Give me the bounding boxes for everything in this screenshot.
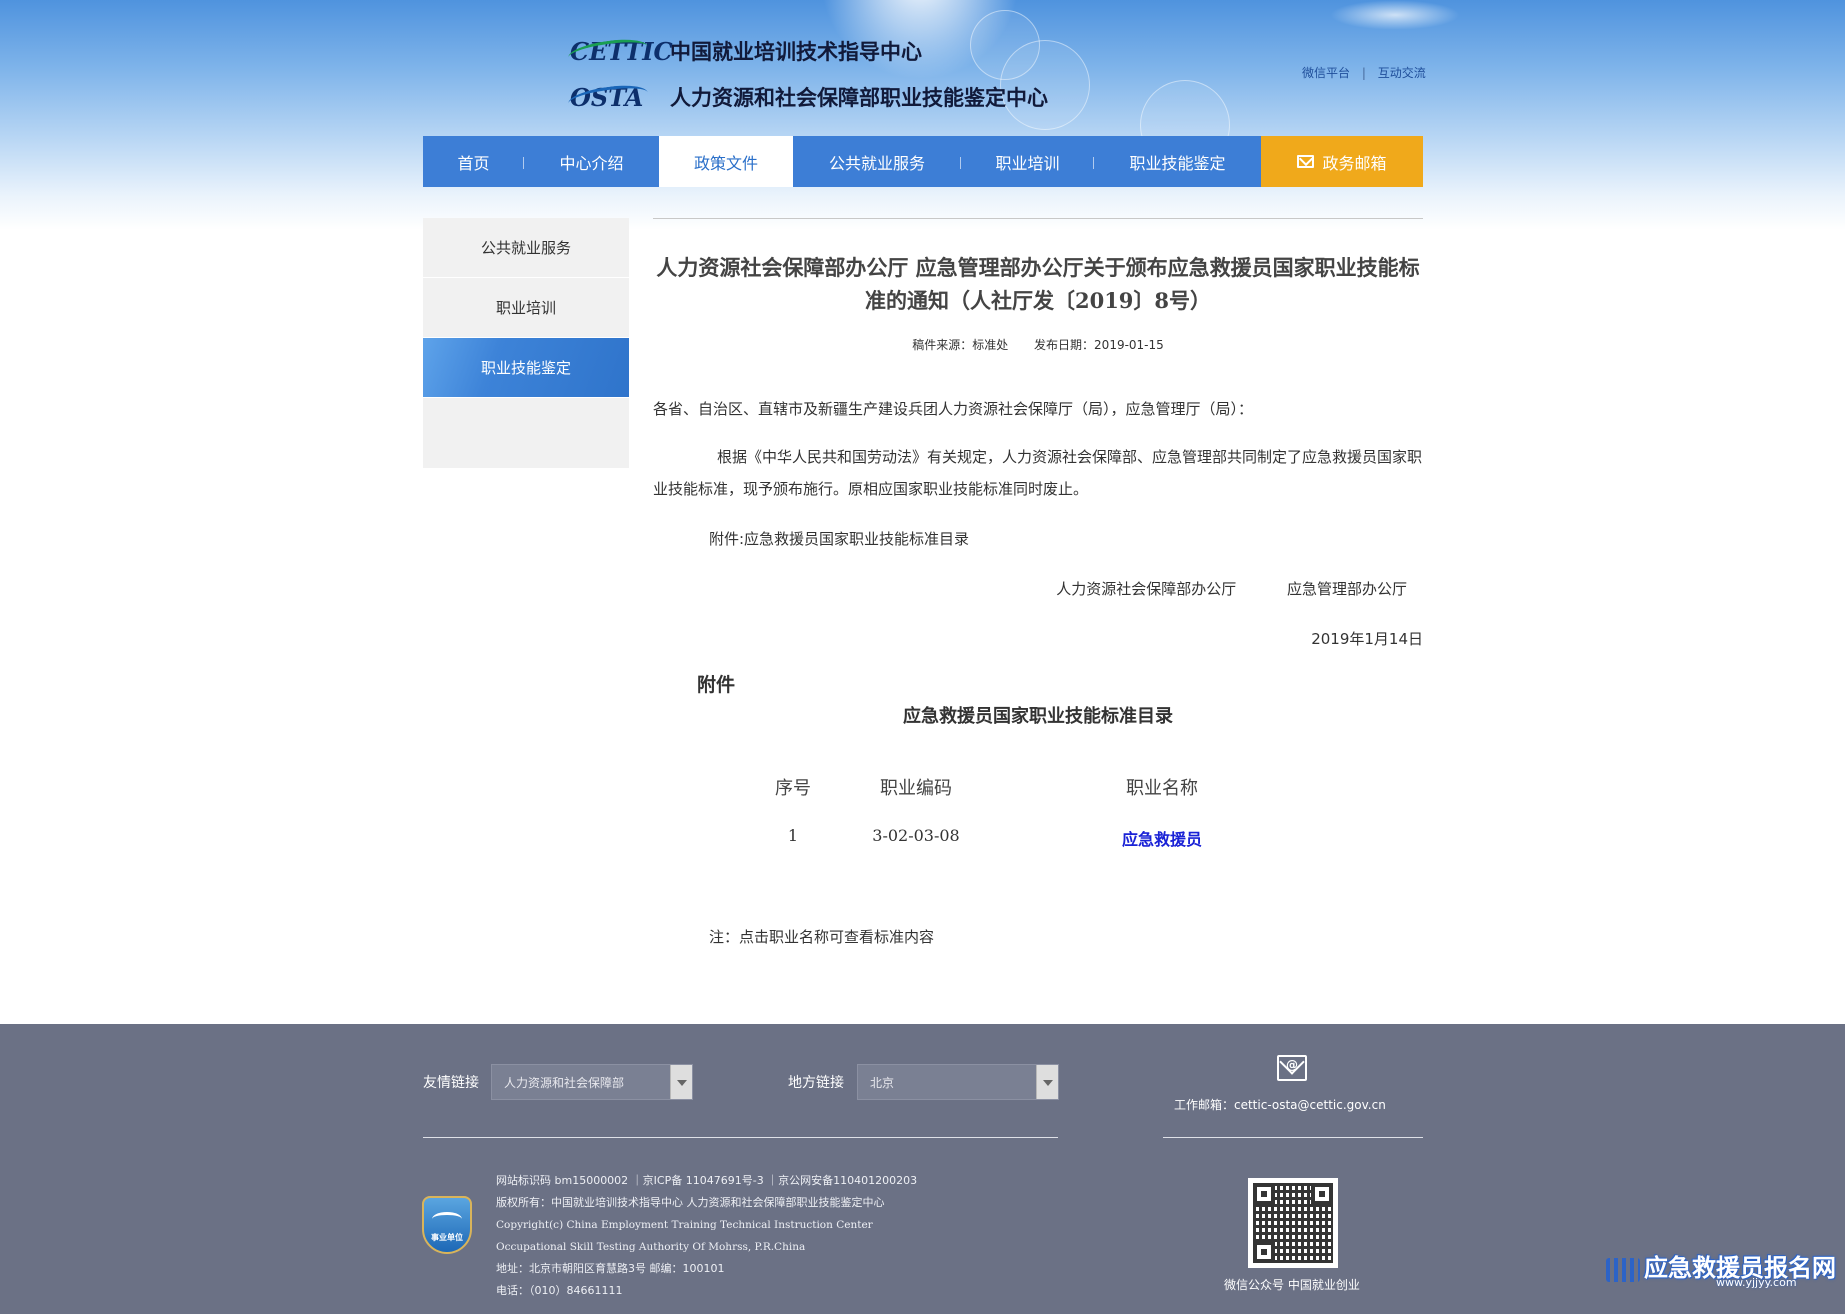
attachment-label: 附件 (697, 674, 736, 696)
content-divider (653, 218, 1423, 219)
copyright-en: Copyright(c) China Employment Training T… (496, 1219, 873, 1231)
signers: 人力资源社会保障部办公厅 应急管理部办公厅 (653, 573, 1423, 605)
attachment-title: 应急救援员国家职业技能标准目录 (903, 706, 1173, 727)
table-cell-code: 3-02-03-08 (872, 826, 960, 845)
signer-mohrss: 人力资源社会保障部办公厅 (1056, 580, 1237, 598)
article-meta: 稿件来源：标准处 发布日期：2019-01-15 (653, 336, 1423, 353)
wechat-label: 微信公众号 中国就业创业 (1224, 1278, 1360, 1292)
signer-mem: 应急管理部办公厅 (1286, 580, 1407, 598)
mail-icon (1297, 155, 1315, 168)
friend-links-value: 人力资源和社会保障部 (504, 1075, 625, 1090)
email-icon: @ (1277, 1055, 1307, 1081)
attachment-line: 附件:应急救援员国家职业技能标准目录 (709, 530, 970, 548)
wechat-qr-code (1248, 1178, 1338, 1268)
friend-links-select[interactable]: 人力资源和社会保障部 (491, 1064, 693, 1100)
nav-vocational-training-label: 职业培训 (995, 153, 1060, 173)
sidebar-item-public-employment[interactable]: 公共就业服务 (423, 218, 629, 278)
article-publish-date: 发布日期：2019-01-15 (1034, 338, 1164, 352)
link-separator: | (1361, 66, 1366, 80)
sidebar-item-label: 公共就业服务 (480, 239, 571, 257)
copyright-cn: 版权所有：中国就业培训技术指导中心 人力资源和社会保障部职业技能鉴定中心 (496, 1196, 885, 1209)
copyright-en-2: Occupational Skill Testing Authority Of … (496, 1241, 806, 1253)
table-note: 注：点击职业名称可查看标准内容 (709, 928, 935, 946)
nav-home-label: 首页 (457, 153, 490, 173)
top-links: 微信平台 | 互动交流 (1302, 64, 1426, 81)
cettic-logo-icon: CETTIC (566, 35, 673, 68)
public-institution-badge-icon[interactable]: 事业单位 (422, 1196, 472, 1254)
nav-center-intro-label: 中心介绍 (559, 153, 624, 173)
article-source: 稿件来源：标准处 (912, 338, 1009, 352)
nav-home[interactable]: 首页 (423, 136, 524, 187)
cettic-name: 中国就业培训技术指导中心 (670, 39, 922, 64)
osta-name: 人力资源和社会保障部职业技能鉴定中心 (670, 85, 1048, 110)
nav-gov-mailbox-label: 政务邮箱 (1322, 153, 1387, 173)
nav-policy-docs[interactable]: 政策文件 (659, 136, 793, 187)
sidebar-item-label: 职业技能鉴定 (480, 359, 571, 377)
chevron-down-icon (1036, 1065, 1058, 1099)
table-header-cell: 序号 (775, 778, 811, 799)
nav-center-intro[interactable]: 中心介绍 (524, 136, 659, 187)
table-row: 1 3-02-03-08 应急救援员 (653, 826, 1423, 878)
standards-table: 序号 职业编码 职业名称 1 3-02-03-08 应急救援员 (653, 774, 1423, 878)
address: 地址：北京市朝阳区育慧路3号 邮编：100101 (496, 1262, 725, 1275)
wechat-platform-link[interactable]: 微信平台 (1302, 64, 1350, 81)
chevron-down-icon (670, 1065, 692, 1099)
site-registration: 网站标识码 bm15000002 ｜京ICP备 11047691号-3 ｜京公网… (496, 1174, 918, 1187)
local-links-label: 地方链接 (788, 1075, 844, 1091)
local-links-value: 北京 (870, 1075, 895, 1090)
sidebar-item-vocational-training[interactable]: 职业培训 (423, 278, 629, 338)
cloud-decoration (1330, 0, 1460, 30)
friend-links-label: 友情链接 (423, 1075, 479, 1091)
sidebar-item-label: 职业培训 (495, 299, 556, 317)
article-title: 人力资源社会保障部办公厅 应急管理部办公厅关于颁布应急救援员国家职业技能标准的通… (656, 255, 1420, 313)
nav-public-employment-label: 公共就业服务 (828, 153, 925, 173)
sign-date: 2019年1月14日 (1311, 630, 1423, 648)
nav-vocational-training[interactable]: 职业培训 (961, 136, 1094, 187)
footer: 友情链接 人力资源和社会保障部 地方链接 北京 @ 工作邮箱：cettic-os… (0, 1024, 1845, 1314)
watermark-url: www.yjjyy.com (1716, 1276, 1797, 1289)
footer-info: 网站标识码 bm15000002 ｜京ICP备 11047691号-3 ｜京公网… (496, 1170, 917, 1302)
phone: 电话：（010）84661111 (496, 1284, 623, 1297)
work-email[interactable]: 工作邮箱：cettic-osta@cettic.gov.cn (1174, 1096, 1386, 1113)
table-header-cell: 职业名称 (1126, 778, 1198, 799)
sidebar: 公共就业服务 职业培训 职业技能鉴定 (423, 218, 629, 468)
sidebar-item-skill-appraisal[interactable]: 职业技能鉴定 (423, 338, 629, 398)
table-header-row: 序号 职业编码 职业名称 (653, 774, 1423, 826)
footer-divider (423, 1137, 1058, 1138)
site-logo[interactable]: CETTIC 中国就业培训技术指导中心 OSTA 人力资源和社会保障部职业技能鉴… (566, 30, 1090, 120)
osta-logo-icon: OSTA (566, 81, 670, 114)
main-nav: 首页 中心介绍 政策文件 公共就业服务 职业培训 职业技能鉴定 政务邮箱 (423, 136, 1423, 187)
nav-policy-docs-label: 政策文件 (693, 153, 758, 173)
nav-gov-mailbox[interactable]: 政务邮箱 (1261, 136, 1423, 187)
badge-label: 事业单位 (431, 1233, 463, 1242)
article-salutation: 各省、自治区、直辖市及新疆生产建设兵团人力资源社会保障厅（局），应急管理厅（局）… (653, 400, 1254, 418)
local-links-select[interactable]: 北京 (857, 1064, 1059, 1100)
header-banner: CETTIC 中国就业培训技术指导中心 OSTA 人力资源和社会保障部职业技能鉴… (0, 0, 1845, 230)
watermark-bars-icon (1606, 1257, 1640, 1282)
nav-skill-appraisal[interactable]: 职业技能鉴定 (1094, 136, 1261, 187)
interaction-link[interactable]: 互动交流 (1378, 64, 1426, 81)
article-body: 根据《中华人民共和国劳动法》有关规定，人力资源社会保障部、应急管理部共同制定了应… (653, 448, 1423, 498)
nav-public-employment[interactable]: 公共就业服务 (793, 136, 961, 187)
table-cell-index: 1 (787, 826, 799, 845)
table-header-cell: 职业编码 (880, 778, 952, 799)
footer-divider (1163, 1137, 1423, 1138)
occupation-link[interactable]: 应急救援员 (1122, 826, 1202, 850)
nav-skill-appraisal-label: 职业技能鉴定 (1129, 153, 1226, 173)
article-content: 人力资源社会保障部办公厅 应急管理部办公厅关于颁布应急救援员国家职业技能标准的通… (653, 218, 1423, 946)
